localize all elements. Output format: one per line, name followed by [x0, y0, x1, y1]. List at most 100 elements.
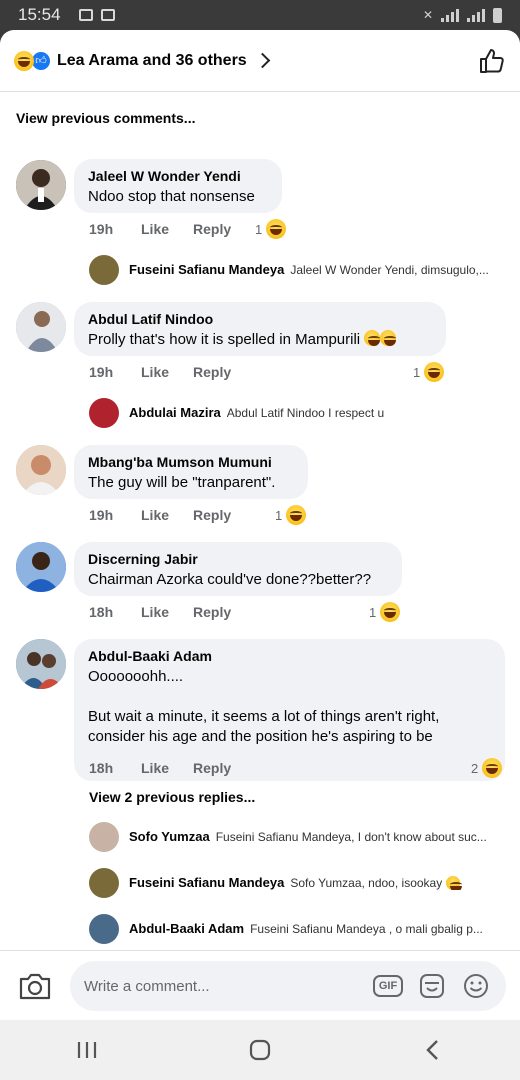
clock: 15:54 — [18, 5, 61, 24]
like-button[interactable]: Like — [141, 507, 193, 523]
reply-button[interactable]: Reply — [193, 760, 231, 776]
signal-icon — [441, 8, 459, 22]
reaction-count-value: 1 — [413, 364, 421, 380]
comment-actions: 18h Like Reply — [89, 604, 231, 620]
reply-author: Fuseini Safianu Mandeya — [129, 875, 285, 890]
smiley-icon — [464, 974, 488, 998]
gif-button[interactable]: GIF — [372, 970, 404, 1002]
back-button[interactable] — [413, 1030, 453, 1070]
comment-author[interactable]: Jaleel W Wonder Yendi — [88, 167, 268, 185]
laugh-emoji-icon — [286, 505, 307, 525]
laugh-emoji-icon — [446, 875, 463, 890]
comment-text: Chairman Azorka could've done??better?? — [88, 571, 372, 588]
reply-author: Fuseini Safianu Mandeya — [129, 262, 285, 277]
reaction-count[interactable]: 1 — [369, 602, 401, 622]
comment-author[interactable]: Mbang'ba Mumson Mumuni — [88, 453, 294, 471]
comment-bubble[interactable]: Mbang'ba Mumson Mumuni The guy will be "… — [74, 445, 308, 499]
comment-author[interactable]: Abdul Latif Nindoo — [88, 310, 432, 328]
like-button[interactable]: Like — [141, 364, 193, 380]
reaction-count[interactable]: 2 — [471, 758, 503, 778]
laugh-emoji-icon — [380, 602, 401, 622]
reply-button[interactable]: Reply — [193, 221, 231, 237]
avatar[interactable] — [89, 868, 119, 898]
comment-bubble[interactable]: Jaleel W Wonder Yendi Ndoo stop that non… — [74, 159, 282, 213]
comment-time: 18h — [89, 604, 114, 620]
avatar[interactable] — [89, 914, 119, 944]
notification-icon — [100, 9, 115, 21]
like-button[interactable]: Like — [141, 760, 193, 776]
reply-button[interactable]: Reply — [193, 507, 231, 523]
avatar[interactable] — [89, 398, 119, 428]
reply-text: Abdul Latif Nindoo I respect u — [226, 405, 385, 420]
comment-bubble[interactable]: Abdul Latif Nindoo Prolly that's how it … — [74, 302, 446, 356]
laugh-emoji-icon — [424, 362, 445, 382]
reply-preview[interactable]: Sofo Yumzaa Fuseini Safianu Mandeya, I d… — [129, 829, 505, 844]
reaction-count[interactable]: 1 — [413, 362, 445, 382]
home-button[interactable] — [240, 1030, 280, 1070]
battery-icon — [493, 7, 502, 23]
reply-preview[interactable]: Abdul-Baaki Adam Fuseini Safianu Mandeya… — [129, 921, 505, 936]
avatar[interactable] — [89, 822, 119, 852]
reaction-count-value: 1 — [255, 221, 263, 237]
avatar[interactable] — [16, 302, 66, 352]
comment-actions: 19h Like Reply — [89, 221, 231, 237]
sticker-button[interactable] — [416, 970, 448, 1002]
chevron-right-icon — [254, 52, 270, 69]
reaction-count-value: 1 — [275, 507, 283, 523]
avatar[interactable] — [16, 160, 66, 210]
reactors-summary[interactable]: Lea Arama and 36 others — [57, 52, 247, 70]
comment-bubble[interactable]: Discerning Jabir Chairman Azorka could'v… — [74, 542, 402, 596]
reply-text: Fuseini Safianu Mandeya , o mali gbalig … — [250, 921, 483, 936]
comment-input[interactable] — [84, 977, 360, 995]
gallery-icon — [78, 9, 93, 21]
home-icon — [249, 1039, 271, 1061]
comment-text: Ndoo stop that nonsense — [88, 188, 255, 205]
reaction-summary: 👍︎ — [14, 50, 51, 71]
reaction-count[interactable]: 1 — [255, 219, 287, 239]
laugh-emoji-icon — [364, 330, 381, 346]
comment-time: 19h — [89, 221, 114, 237]
signal-icon-2 — [467, 8, 485, 22]
recent-apps-button[interactable] — [67, 1030, 107, 1070]
like-button[interactable]: Like — [141, 604, 193, 620]
reply-button[interactable]: Reply — [193, 364, 231, 380]
avatar[interactable] — [89, 255, 119, 285]
comment-time: 18h — [89, 760, 114, 776]
system-navigation-bar — [0, 1020, 520, 1080]
reaction-count[interactable]: 1 — [275, 505, 307, 525]
reply-preview[interactable]: Fuseini Safianu Mandeya Sofo Yumzaa, ndo… — [129, 875, 505, 890]
like-icon: 👍︎ — [31, 50, 51, 71]
laugh-emoji-icon — [266, 219, 287, 239]
status-bar: 15:54 ✕ — [0, 0, 520, 30]
gif-label: GIF — [372, 975, 404, 997]
comment-text-content: Prolly that's how it is spelled in Mampu… — [88, 331, 361, 348]
emoji-button[interactable] — [460, 970, 492, 1002]
back-icon — [426, 1040, 439, 1060]
comment-time: 19h — [89, 364, 114, 380]
view-previous-replies-link[interactable]: View 2 previous replies... — [89, 789, 255, 805]
reply-preview[interactable]: Abdulai Mazira Abdul Latif Nindoo I resp… — [129, 405, 505, 420]
comment-text: Prolly that's how it is spelled in Mampu… — [88, 330, 432, 350]
comment-time: 19h — [89, 507, 114, 523]
avatar[interactable] — [16, 445, 66, 495]
reply-author: Sofo Yumzaa — [129, 829, 210, 844]
reactions-header[interactable]: 👍︎ Lea Arama and 36 others — [0, 30, 520, 92]
comment-author[interactable]: Abdul-Baaki Adam — [88, 647, 491, 665]
avatar[interactable] — [16, 639, 66, 689]
laugh-emoji-icon — [14, 50, 34, 71]
avatar[interactable] — [16, 542, 66, 592]
reaction-count-value: 2 — [471, 760, 479, 776]
comment-author[interactable]: Discerning Jabir — [88, 550, 388, 568]
like-button[interactable]: Like — [141, 221, 193, 237]
reply-text: Sofo Yumzaa, ndoo, isookay — [290, 875, 443, 890]
reply-button[interactable]: Reply — [193, 604, 231, 620]
laugh-emoji-icon — [380, 330, 397, 346]
thumbs-up-icon[interactable] — [478, 47, 506, 75]
reply-text: Fuseini Safianu Mandeya, I don't know ab… — [215, 829, 487, 844]
reply-preview[interactable]: Fuseini Safianu Mandeya Jaleel W Wonder … — [129, 262, 505, 277]
reply-author: Abdulai Mazira — [129, 405, 221, 420]
view-previous-comments-link[interactable]: View previous comments... — [16, 110, 195, 126]
comment-actions: 18h Like Reply — [89, 760, 231, 776]
camera-icon[interactable] — [18, 971, 52, 1001]
mute-icon: ✕ — [422, 8, 433, 22]
